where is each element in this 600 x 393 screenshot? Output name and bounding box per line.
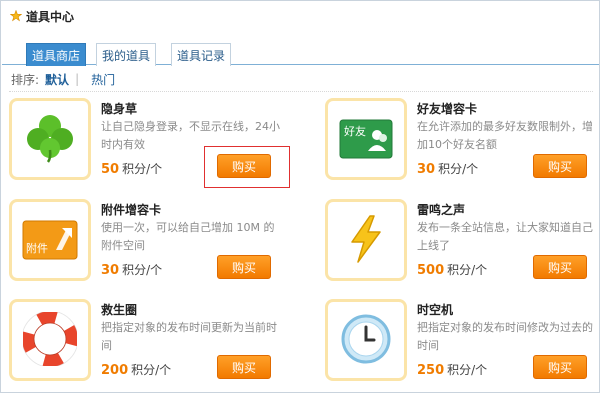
item-price: 30 积分/个 (417, 162, 479, 177)
sort-separator: | (75, 72, 80, 86)
item-thumbnail (9, 98, 91, 180)
item-name: 附件增容卡 (101, 203, 162, 217)
item-description: 发布一条全站信息，让大家知道自己上线了 (417, 221, 593, 252)
tab-my-tools[interactable]: 我的道具 (96, 43, 156, 66)
clover-icon (24, 112, 76, 167)
star-icon (9, 9, 23, 22)
item-description: 把指定对象的发布时间修改为过去的时间 (417, 321, 593, 352)
item-thumbnail (325, 199, 407, 281)
item-thumbnail (9, 299, 91, 381)
tab-tool-records[interactable]: 道具记录 (171, 43, 231, 66)
item-name: 救生圈 (101, 303, 138, 317)
item-description: 在允许添加的最多好友数限制外，增加10个好友名额 (417, 120, 593, 151)
item-name: 好友增容卡 (417, 102, 478, 116)
buy-button[interactable]: 购买 (533, 255, 587, 279)
sort-bar: 排序: 默认 | 热门 (11, 71, 115, 87)
tool-center-panel: 道具中心 道具商店 我的道具 道具记录 排序: 默认 | 热门 隐身草 让自己隐… (0, 0, 600, 393)
panel-title: 道具中心 (26, 9, 75, 24)
tab-bar: 道具商店 我的道具 道具记录 (2, 41, 599, 66)
highlight-box (204, 146, 290, 188)
lifebuoy-icon (21, 310, 79, 369)
item-name: 雷鸣之声 (417, 203, 466, 217)
item-price: 50 积分/个 (101, 162, 163, 177)
buy-button[interactable]: 购买 (533, 154, 587, 178)
clock-icon (340, 313, 392, 368)
item-thumbnail (325, 299, 407, 381)
item-card: 附件 附件增容卡 使用一次，可以给自己增加 10M 的附件空间 30 积分/个 购… (9, 199, 289, 285)
item-price: 500 积分/个 (417, 263, 488, 278)
item-thumbnail: 好友 (325, 98, 407, 180)
sort-label: 排序: (11, 72, 40, 87)
item-card: 时空机 把指定对象的发布时间修改为过去的时间 250 积分/个 购买 (325, 299, 600, 385)
lightning-icon (344, 214, 388, 267)
item-description: 把指定对象的发布时间更新为当前时间 (101, 321, 277, 352)
item-thumbnail: 附件 (9, 199, 91, 281)
item-card: 雷鸣之声 发布一条全站信息，让大家知道自己上线了 500 积分/个 购买 (325, 199, 600, 285)
buy-button[interactable]: 购买 (533, 355, 587, 379)
item-name: 时空机 (417, 303, 454, 317)
item-price: 200 积分/个 (101, 363, 172, 378)
item-card: 救生圈 把指定对象的发布时间更新为当前时间 200 积分/个 购买 (9, 299, 289, 385)
friend-card-icon: 好友 (339, 119, 393, 159)
panel-header: 道具中心 (2, 2, 599, 30)
attachment-card-icon: 附件 (22, 220, 78, 260)
sort-popular[interactable]: 热门 (91, 71, 115, 88)
item-name: 隐身草 (101, 102, 138, 116)
item-description: 使用一次，可以给自己增加 10M 的附件空间 (101, 221, 275, 252)
divider (9, 91, 593, 92)
item-price: 30 积分/个 (101, 263, 163, 278)
sort-default[interactable]: 默认 (45, 71, 69, 88)
tab-tool-shop[interactable]: 道具商店 (26, 43, 86, 66)
buy-button[interactable]: 购买 (217, 255, 271, 279)
item-price: 250 积分/个 (417, 363, 488, 378)
item-card: 好友 好友增容卡 在允许添加的最多好友数限制外，增加10个好友名额 30 积分/个… (325, 98, 600, 184)
buy-button[interactable]: 购买 (217, 355, 271, 379)
